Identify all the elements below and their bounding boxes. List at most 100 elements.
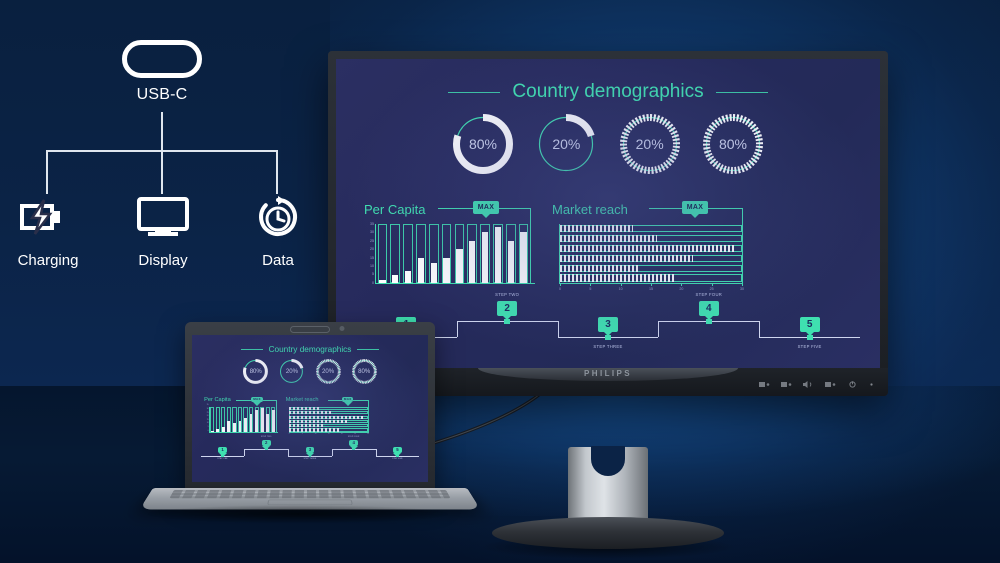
- market-reach-xtick: 5: [301, 433, 303, 435]
- market-reach-xtick-mark: [341, 432, 343, 434]
- laptop-lid: Country demographics 80% 20% 20% 80% Per Capi…: [185, 322, 435, 490]
- per-capita-bar-outline: [271, 406, 276, 433]
- market-reach-bar-outline: [560, 235, 742, 243]
- market-reach-bar-fill: [289, 407, 321, 411]
- title-rule-left: [448, 91, 501, 93]
- per-capita-bar-outline: [505, 224, 516, 283]
- donut-value-1: 80%: [468, 136, 498, 152]
- monitor-stand-notch: [591, 446, 625, 476]
- step-riser-3: [557, 321, 559, 337]
- per-capita-ytick: 30: [370, 230, 374, 235]
- market-reach-title: Market reach: [552, 202, 628, 217]
- diagram-stem-line: [161, 112, 163, 150]
- laptop-shadow: [148, 505, 448, 523]
- per-capita-bar-fill: [481, 232, 489, 283]
- per-capita-bar-1: [377, 224, 388, 283]
- market-reach-xtick: 15: [649, 286, 653, 291]
- market-reach-max-rule-vert: [368, 399, 370, 433]
- step-badge-2[interactable]: 2: [497, 301, 518, 316]
- donut-value-3: 20%: [322, 368, 335, 375]
- market-reach-bar-3: [560, 244, 742, 253]
- per-capita-bar-fill: [221, 427, 225, 433]
- market-reach-xtick-mark: [302, 432, 304, 434]
- donut-value-4: 80%: [718, 136, 747, 152]
- market-reach-xtick-mark: [681, 283, 683, 286]
- per-capita-bar-outline: [416, 224, 426, 283]
- step-node-5: [396, 454, 399, 457]
- input-icon[interactable]: [759, 381, 770, 388]
- step-badge-1[interactable]: 1: [218, 446, 227, 454]
- step-badge-5[interactable]: 5: [799, 317, 820, 332]
- market-reach-bar-fill: [289, 428, 340, 432]
- market-reach-xtick-mark: [354, 432, 356, 434]
- per-capita-bar-outline: [260, 406, 265, 433]
- per-capita-ytick: 20: [206, 416, 209, 418]
- step-badge-4[interactable]: 4: [349, 439, 359, 447]
- step-path-1: [200, 455, 245, 457]
- per-capita-bar-fill: [404, 271, 412, 283]
- donut-value-3: 20%: [635, 136, 664, 152]
- brightness-icon[interactable]: [825, 381, 836, 388]
- dashboard-title-row: Country demographics: [336, 79, 880, 105]
- per-capita-max-rule: [438, 208, 473, 209]
- power-icon[interactable]: [847, 381, 858, 388]
- step-badge-3[interactable]: 3: [598, 317, 618, 332]
- per-capita-y-axis: [375, 224, 376, 283]
- laptop-screen: Country demographics 80% 20% 20% 80% Per Capi…: [192, 335, 428, 482]
- market-reach-xtick-mark: [368, 432, 370, 434]
- step-badge-4[interactable]: 4: [698, 301, 719, 316]
- market-reach-xtick: 20: [679, 286, 684, 291]
- per-capita-bar-outline: [237, 406, 243, 433]
- menu-icon[interactable]: [781, 381, 792, 388]
- market-reach-bar-4: [289, 419, 369, 423]
- per-capita-bar-outline: [221, 406, 226, 433]
- dashboard-laptop: Country demographics 80% 20% 20% 80% Per Capi…: [192, 335, 428, 482]
- market-reach-x-axis: [559, 283, 743, 284]
- per-capita-bar-outline: [493, 224, 503, 283]
- step-badge-2[interactable]: 2: [261, 439, 271, 447]
- market-reach-bar-2: [560, 235, 742, 243]
- donut-chart-4: 80%: [702, 113, 764, 175]
- market-reach-xtick: 30: [367, 433, 369, 435]
- market-reach-bar-5: [289, 424, 369, 428]
- per-capita-bar-outline: [254, 406, 259, 433]
- volume-icon[interactable]: [803, 381, 814, 388]
- per-capita-bar-11: [505, 224, 516, 283]
- market-reach-max-badge: MAX: [682, 201, 708, 214]
- per-capita-bar-7: [454, 224, 465, 283]
- donut-value-2: 20%: [285, 368, 298, 375]
- donut-value-2: 20%: [552, 136, 581, 152]
- per-capita-bar-11: [265, 406, 270, 433]
- title-rule-left: [240, 348, 264, 350]
- per-capita-bar-fill: [520, 232, 527, 283]
- market-reach-xtick-mark: [590, 283, 592, 286]
- per-capita-max-badge: MAX: [473, 201, 499, 214]
- per-capita-ytick: 5: [207, 427, 209, 429]
- market-reach-bar-fill: [560, 274, 676, 282]
- step-badge-5[interactable]: 5: [393, 446, 402, 454]
- laptop-keyboard[interactable]: [169, 489, 451, 499]
- market-reach-x-axis: [288, 432, 369, 434]
- per-capita-bar-6: [441, 224, 452, 283]
- step-label-2: STEP TWO: [495, 292, 520, 297]
- per-capita-bar-10: [260, 406, 265, 433]
- donut-chart-1: 80%: [242, 358, 269, 385]
- step-label-2: STEP TWO: [261, 435, 272, 438]
- donut-chart-3: 20%: [619, 113, 681, 175]
- diagram-branch-right: [276, 150, 278, 194]
- per-capita-bar-fill: [227, 421, 231, 433]
- step-path-4: [658, 321, 760, 322]
- step-label-5: STEP FIVE: [392, 458, 403, 461]
- step-riser-5: [375, 448, 377, 456]
- scene: USB-C Charging Display Data Country demo…: [0, 0, 1000, 563]
- market-reach-bar-6: [289, 428, 369, 432]
- monitor-controls[interactable]: [759, 381, 874, 388]
- feature-label-display: Display: [138, 252, 188, 269]
- step-badge-3[interactable]: 3: [305, 446, 315, 454]
- donut-chart-2: 20%: [278, 358, 305, 385]
- step-node-5: [806, 334, 813, 340]
- per-capita-max-rule-right: [262, 399, 277, 401]
- market-reach-xtick-mark: [289, 432, 291, 434]
- per-capita-bar-fill: [244, 417, 247, 433]
- per-capita-bar-outline: [480, 224, 490, 283]
